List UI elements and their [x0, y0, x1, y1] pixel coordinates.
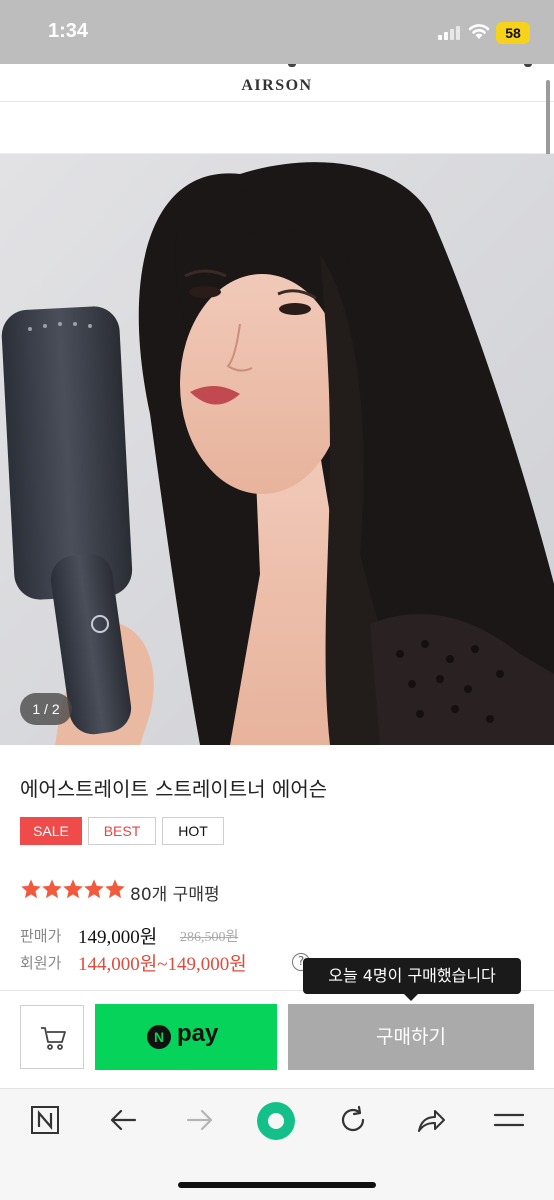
- star-icon: [42, 879, 62, 899]
- status-bar: 1:34 58: [0, 0, 554, 64]
- npay-button[interactable]: N pay: [95, 1004, 277, 1070]
- reload-icon[interactable]: [337, 1104, 369, 1136]
- sale-price-label: 판매가: [20, 927, 62, 945]
- share-icon[interactable]: [415, 1104, 447, 1136]
- battery-indicator: 58: [496, 22, 530, 44]
- purchase-count-tooltip: 오늘 4명이 구매했습니다: [303, 958, 521, 994]
- buy-button[interactable]: 구매하기: [288, 1004, 534, 1070]
- home-indicator[interactable]: [178, 1182, 376, 1188]
- signal-icon: [438, 26, 464, 40]
- naver-home-icon[interactable]: [29, 1104, 61, 1136]
- add-to-cart-button[interactable]: [20, 1005, 84, 1069]
- brand-logo[interactable]: AIRSON: [0, 77, 554, 95]
- member-price: 144,000원~149,000원: [78, 954, 247, 975]
- member-price-label: 회원가: [20, 954, 62, 972]
- wifi-icon: [468, 24, 490, 39]
- site-header: AIRSON: [0, 64, 554, 102]
- star-icon: [105, 879, 125, 899]
- star-icon: [21, 879, 41, 899]
- star-icon: [63, 879, 83, 899]
- sale-price: 149,000원: [78, 927, 158, 948]
- tooltip-arrow: [403, 993, 419, 1001]
- menu-icon[interactable]: [493, 1104, 525, 1136]
- green-dot-icon[interactable]: [256, 1101, 296, 1141]
- cart-icon: [41, 1027, 66, 1050]
- sale-badge: SALE: [20, 817, 82, 845]
- product-title: 에어스트레이트 스트레이트너 에어슨: [20, 777, 328, 801]
- npay-label: pay: [177, 1020, 219, 1047]
- best-badge: BEST: [88, 817, 156, 845]
- forward-arrow-icon[interactable]: [184, 1104, 216, 1136]
- image-counter: 1 / 2: [20, 693, 72, 725]
- category-bar: [0, 102, 554, 154]
- status-time: 1:34: [48, 20, 89, 42]
- star-icon: [84, 879, 104, 899]
- back-arrow-icon[interactable]: [107, 1104, 139, 1136]
- hot-badge: HOT: [162, 817, 224, 845]
- npay-logo-icon: N: [147, 1025, 171, 1049]
- product-photo: [0, 154, 554, 745]
- review-count[interactable]: 80개 구매평: [130, 880, 220, 905]
- product-image[interactable]: [0, 154, 554, 745]
- original-price: 286,500원: [180, 930, 239, 945]
